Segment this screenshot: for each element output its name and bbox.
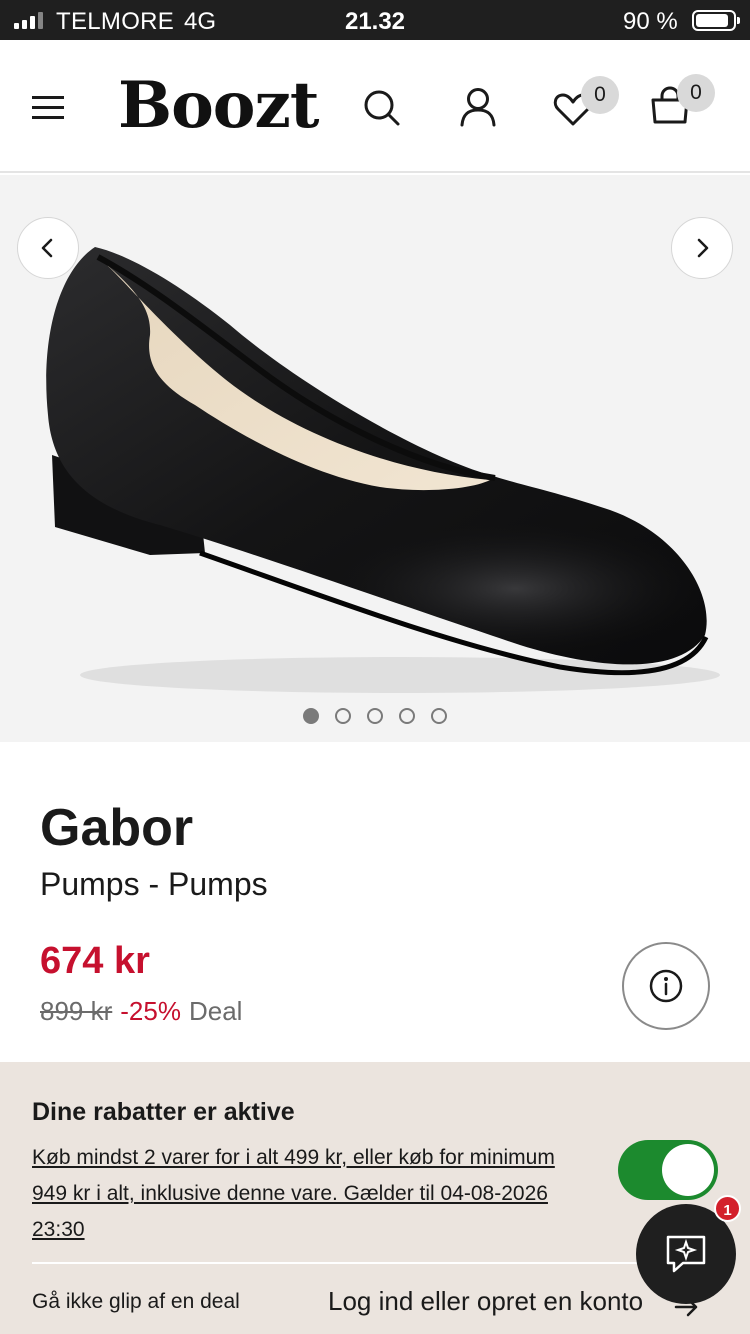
search-icon[interactable] — [360, 86, 404, 130]
deal-reminder-text: Gå ikke glip af en deal — [32, 1290, 240, 1313]
gallery-dot[interactable] — [367, 708, 383, 724]
product-gallery[interactable] — [0, 175, 750, 742]
gallery-dot[interactable] — [303, 708, 319, 724]
current-price: 674 kr — [40, 940, 150, 982]
gallery-pagination — [0, 708, 750, 724]
gallery-dot[interactable] — [399, 708, 415, 724]
divider — [32, 1262, 718, 1264]
gallery-dot[interactable] — [431, 708, 447, 724]
cart-count-badge: 0 — [677, 74, 715, 112]
product-image — [46, 247, 720, 693]
chat-notification-badge: 1 — [714, 1195, 741, 1222]
chevron-left-icon — [41, 238, 53, 258]
status-bar: TELMORE 4G 21.32 90 % — [0, 0, 750, 40]
site-header: Boozt 0 0 — [0, 40, 750, 173]
login-link[interactable]: Log ind eller opret en konto — [328, 1286, 643, 1317]
chevron-right-icon — [697, 238, 709, 258]
chat-sparkle-icon — [666, 1235, 706, 1273]
next-image-button[interactable] — [671, 217, 733, 279]
gallery-dot[interactable] — [335, 708, 351, 724]
old-price: 899 kr — [40, 996, 113, 1026]
logo[interactable]: Boozt — [118, 68, 319, 143]
account-icon[interactable] — [456, 85, 500, 129]
toggle-knob — [662, 1144, 714, 1196]
discounts-terms-link[interactable]: Køb mindst 2 varer for i alt 499 kr, ell… — [32, 1140, 592, 1248]
menu-icon[interactable] — [32, 96, 64, 119]
discounts-panel: Dine rabatter er aktive Køb mindst 2 var… — [0, 1062, 750, 1334]
discount-toggle[interactable] — [618, 1140, 718, 1200]
discounts-title: Dine rabatter er aktive — [32, 1098, 295, 1126]
battery-icon — [692, 10, 740, 31]
deal-label: Deal — [188, 996, 243, 1026]
price-info-button[interactable] — [622, 942, 710, 1030]
price-details: 899 kr -25% Deal — [40, 996, 242, 1027]
product-brand[interactable]: Gabor — [40, 798, 193, 858]
wishlist-count-badge: 0 — [581, 76, 619, 114]
info-icon — [649, 969, 683, 1003]
previous-image-button[interactable] — [17, 217, 79, 279]
battery-percent: 90 % — [623, 8, 678, 35]
discount-percent: -25% — [120, 996, 181, 1026]
product-subtitle: Pumps - Pumps — [40, 866, 268, 902]
